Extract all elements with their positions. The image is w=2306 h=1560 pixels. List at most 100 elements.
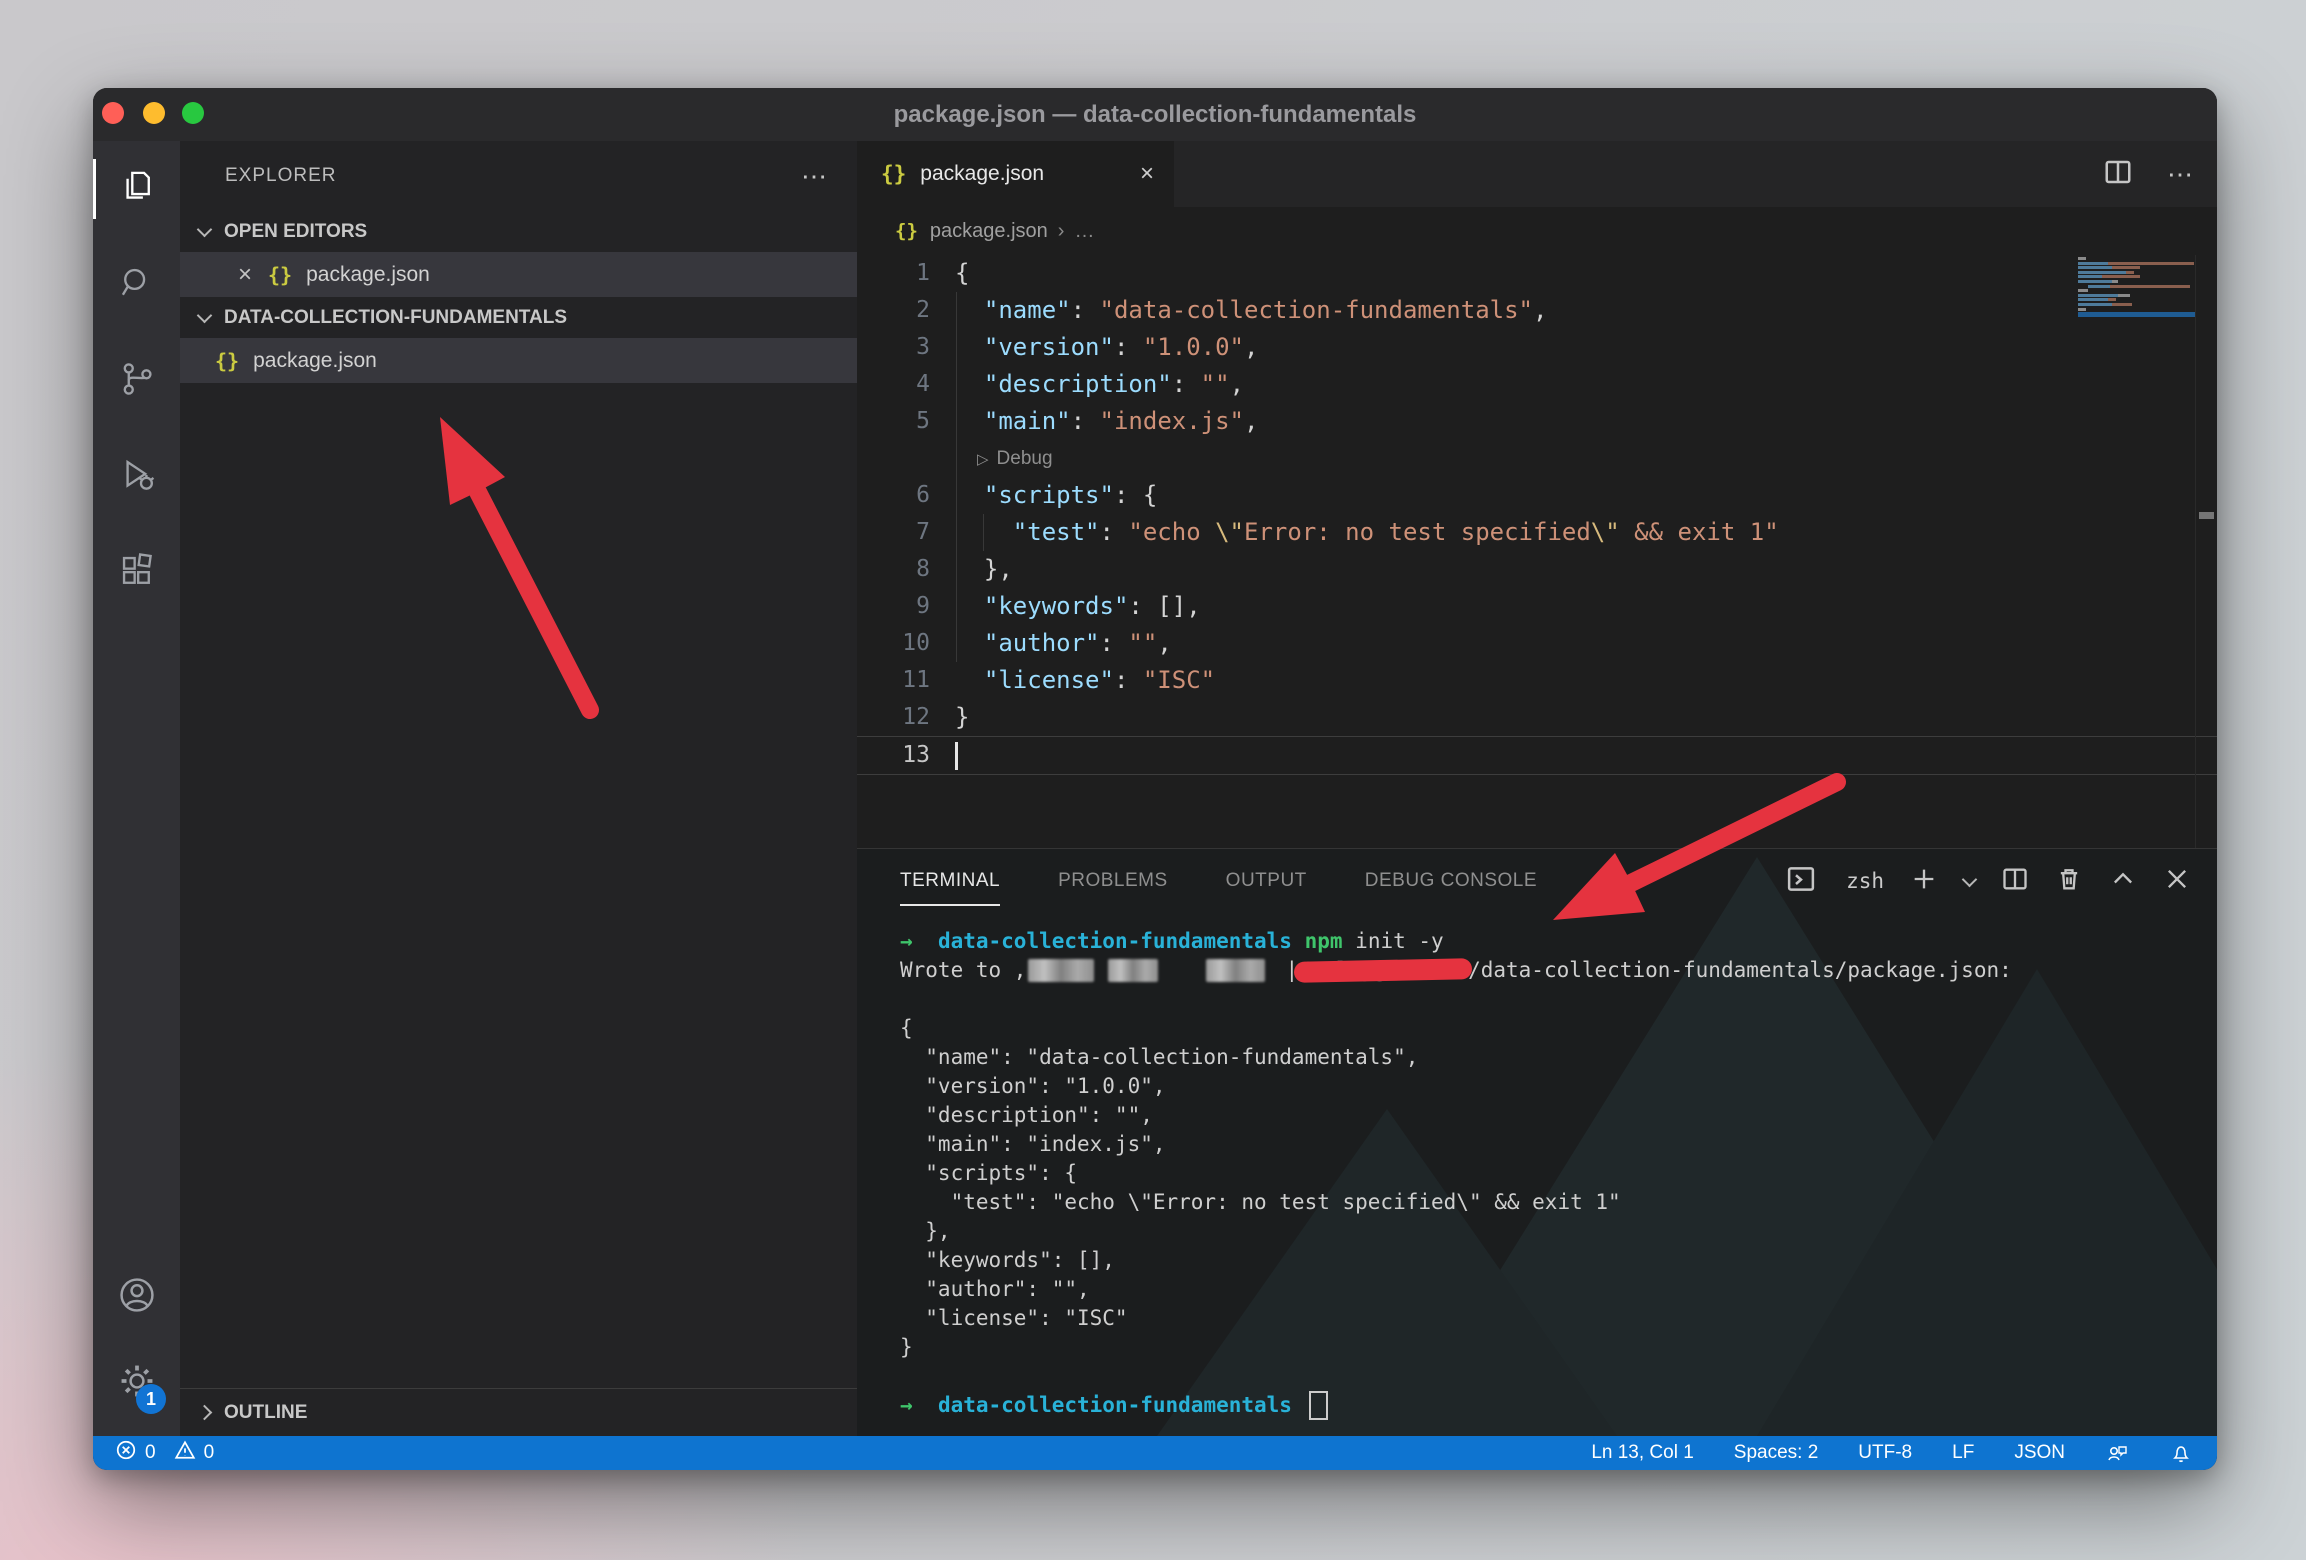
code-line[interactable]: 2 "name": "data-collection-fundamentals"… (857, 292, 2217, 329)
activity-explorer[interactable] (93, 141, 180, 237)
code-line[interactable]: 8 }, (857, 551, 2217, 588)
tab-output[interactable]: OUTPUT (1226, 870, 1307, 892)
code-line[interactable]: 1{ (857, 255, 2217, 292)
extensions-icon (117, 551, 157, 596)
code-line[interactable]: 3 "version": "1.0.0", (857, 329, 2217, 366)
code-line[interactable]: 6 "scripts": { (857, 477, 2217, 514)
outline-section-header[interactable]: OUTLINE (180, 1388, 857, 1436)
code-line[interactable]: 12} (857, 699, 2217, 736)
split-editor-button[interactable] (2103, 157, 2133, 192)
activity-extensions[interactable] (93, 525, 180, 621)
redacted-blur-block (1206, 959, 1265, 982)
status-bar: 0 0 Ln 13, Col 1 Spaces: 2 UTF-8 LF JSON (93, 1436, 2217, 1470)
activity-source-control[interactable] (93, 333, 180, 429)
encoding-status[interactable]: UTF-8 (1858, 1442, 1912, 1464)
account-icon (116, 1274, 158, 1321)
overview-ruler[interactable] (2195, 255, 2217, 848)
project-folder-label: DATA-COLLECTION-FUNDAMENTALS (224, 307, 567, 329)
code-line[interactable]: 4 "description": "", (857, 366, 2217, 403)
terminal-line: { (900, 1014, 2187, 1043)
terminal-output[interactable]: → data-collection-fundamentals npm init … (900, 927, 2187, 1436)
redacted-path-segment: /1Playground (1298, 956, 1468, 985)
terminal-line: "keywords": [], (900, 1246, 2187, 1275)
chevron-down-icon (197, 222, 213, 238)
file-item-package-json[interactable]: {} package.json (180, 338, 857, 383)
tab-terminal[interactable]: TERMINAL (900, 870, 1000, 892)
code-line[interactable]: 11 "license": "ISC" (857, 662, 2217, 699)
code-line[interactable]: 9 "keywords": [], (857, 588, 2217, 625)
cursor-position-status[interactable]: Ln 13, Col 1 (1591, 1442, 1693, 1464)
terminal-line (900, 985, 2187, 1014)
language-mode-status[interactable]: JSON (2014, 1442, 2065, 1464)
terminal-panel: TERMINAL PROBLEMS OUTPUT DEBUG CONSOLE z… (857, 848, 2217, 1436)
terminal-line: "scripts": { (900, 1159, 2187, 1188)
breadcrumb-more[interactable]: … (1074, 220, 1094, 243)
eol-status[interactable]: LF (1952, 1442, 1974, 1464)
explorer-more-actions-button[interactable]: ⋯ (801, 161, 829, 192)
activity-bar: 1 (93, 141, 180, 1436)
json-file-icon: {} (268, 263, 292, 287)
close-tab-icon[interactable]: × (1140, 160, 1154, 188)
indentation-status[interactable]: Spaces: 2 (1734, 1442, 1819, 1464)
indent-guide (983, 514, 984, 551)
terminal-line: } (900, 1333, 2187, 1362)
red-strikethrough-bar (1294, 958, 1472, 983)
code-line[interactable]: 5 "main": "index.js", (857, 403, 2217, 440)
tab-debug-console[interactable]: DEBUG CONSOLE (1365, 870, 1537, 892)
maximize-panel-button[interactable] (2109, 865, 2137, 898)
problems-status[interactable]: 0 0 (115, 1439, 214, 1467)
sidebar-title: EXPLORER (225, 165, 801, 187)
indent-guide (956, 292, 957, 662)
open-editor-filename: package.json (306, 263, 430, 287)
editor-tab-bar: {} package.json × ⋯ (857, 141, 2217, 207)
json-file-icon: {} (215, 349, 239, 373)
tab-package-json[interactable]: {} package.json × (857, 141, 1174, 207)
activity-search[interactable] (93, 237, 180, 333)
code-editor[interactable]: 1{2 "name": "data-collection-fundamental… (857, 255, 2217, 848)
settings-badge: 1 (136, 1384, 166, 1414)
close-panel-button[interactable] (2163, 865, 2191, 898)
run-debug-icon (117, 455, 157, 500)
code-line[interactable]: 7 "test": "echo \"Error: no test specifi… (857, 514, 2217, 551)
settings-button[interactable]: 1 (93, 1340, 180, 1426)
chevron-down-icon (197, 308, 213, 324)
open-editor-item-package-json[interactable]: × {} package.json (180, 252, 857, 297)
code-line[interactable]: 10 "author": "", (857, 625, 2217, 662)
terminal-line: "main": "index.js", (900, 1130, 2187, 1159)
files-icon (117, 167, 157, 212)
terminal-profile-dropdown-icon[interactable] (1962, 871, 1978, 887)
close-editor-icon[interactable]: × (238, 261, 252, 289)
split-terminal-button[interactable] (2001, 865, 2029, 898)
project-section-header[interactable]: DATA-COLLECTION-FUNDAMENTALS (180, 297, 857, 338)
title-bar: package.json — data-collection-fundament… (93, 88, 2217, 141)
tab-problems[interactable]: PROBLEMS (1058, 870, 1168, 892)
editor-more-actions-button[interactable]: ⋯ (2167, 159, 2195, 190)
error-count: 0 (145, 1442, 156, 1464)
breadcrumb[interactable]: {} package.json › … (857, 207, 2217, 255)
minimap-current-line (2078, 312, 2196, 317)
terminal-line: "description": "", (900, 1101, 2187, 1130)
accounts-button[interactable] (93, 1254, 180, 1340)
chevron-right-icon (197, 1405, 213, 1421)
new-terminal-button[interactable] (1910, 865, 1938, 898)
scrollbar-thumb[interactable] (2199, 512, 2214, 519)
terminal-cursor (1309, 1391, 1328, 1420)
terminal-line: "version": "1.0.0", (900, 1072, 2187, 1101)
terminal-line: }, (900, 1217, 2187, 1246)
activity-run-debug[interactable] (93, 429, 180, 525)
search-icon (117, 263, 157, 308)
minimap[interactable] (2078, 257, 2196, 317)
feedback-icon[interactable] (2105, 1441, 2129, 1465)
code-line[interactable]: 13 (857, 736, 2217, 775)
codelens-debug[interactable]: ▷Debug (857, 440, 2217, 477)
breadcrumb-file[interactable]: package.json (930, 220, 1048, 243)
notifications-bell-icon[interactable] (2169, 1441, 2193, 1465)
shell-name[interactable]: zsh (1846, 869, 1884, 893)
open-editors-section-header[interactable]: OPEN EDITORS (180, 211, 857, 252)
kill-terminal-button[interactable] (2055, 865, 2083, 898)
terminal-line: Wrote to ,|/1Playground/data-collection-… (900, 956, 2187, 985)
json-file-icon: {} (881, 162, 906, 186)
terminal-line (900, 1362, 2187, 1391)
warning-icon (174, 1439, 196, 1467)
warning-count: 0 (204, 1442, 215, 1464)
